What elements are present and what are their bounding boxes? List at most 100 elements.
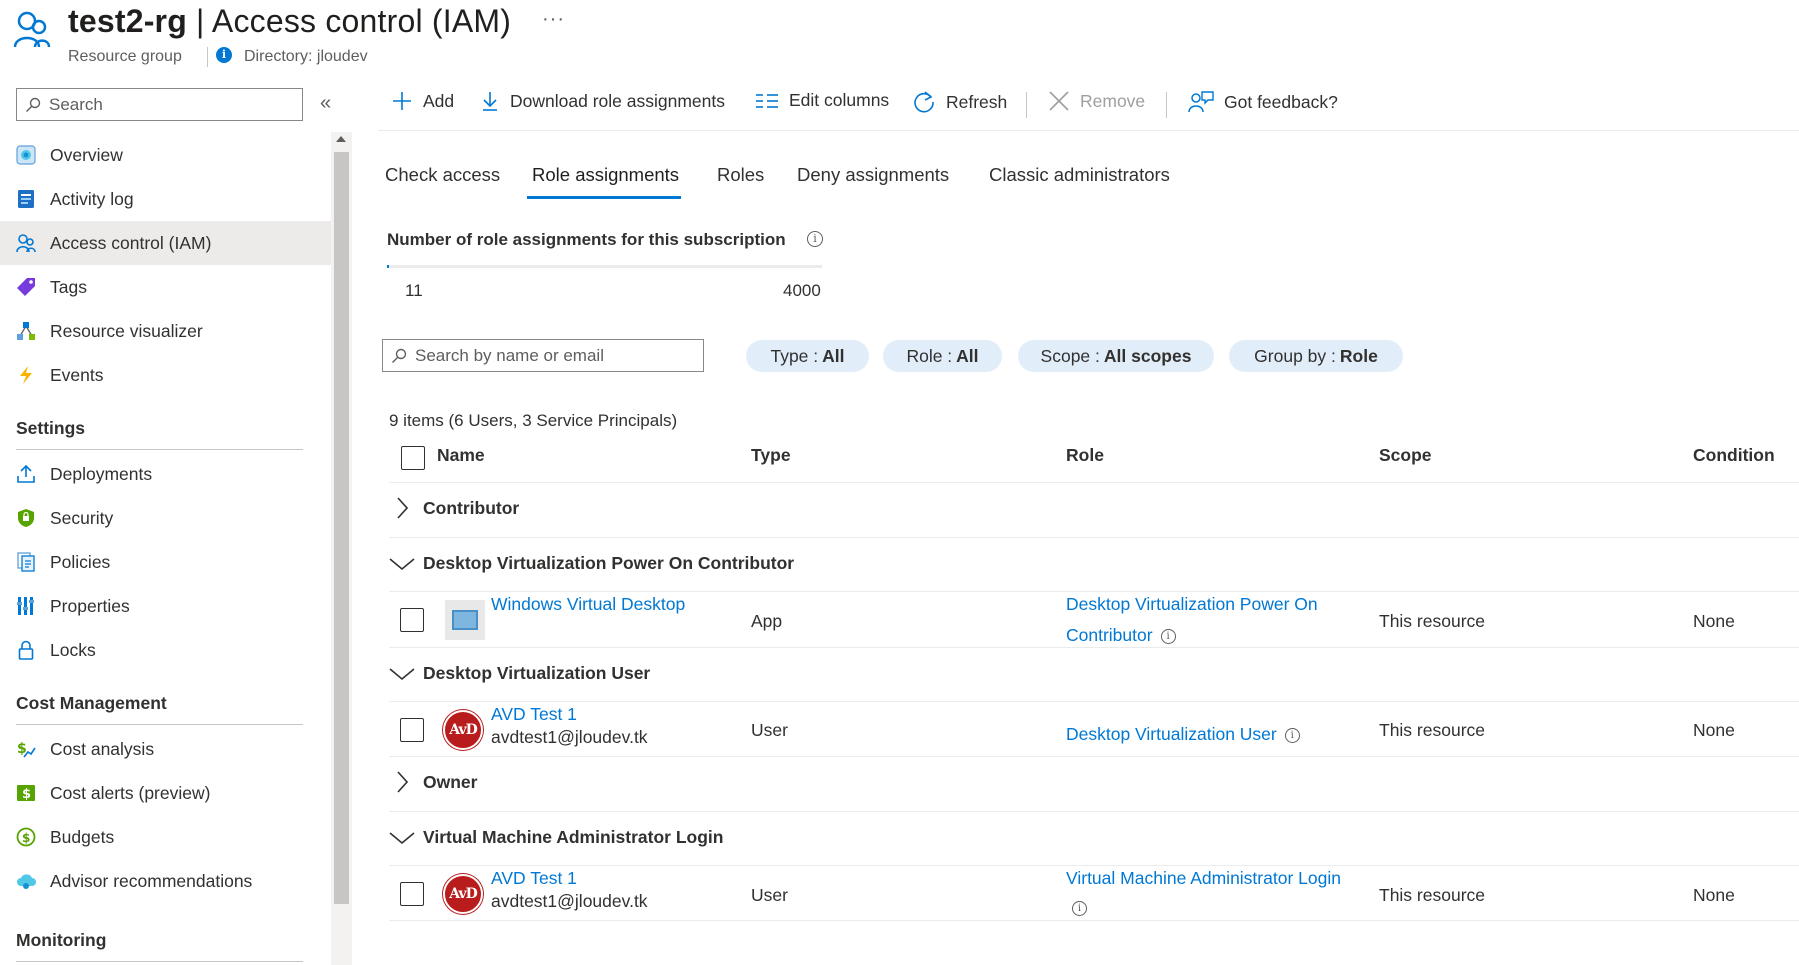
row-checkbox[interactable] <box>400 608 424 632</box>
refresh-button[interactable]: Refresh <box>912 90 1007 114</box>
policies-icon <box>15 551 37 573</box>
group-by-pill[interactable]: Group by : Role <box>1229 340 1403 372</box>
cost-alerts-icon: $ <box>15 782 37 804</box>
row-divider <box>389 811 1799 812</box>
sidebar-item-events[interactable]: Events <box>0 353 331 397</box>
role-filter-pill[interactable]: Role : All <box>883 340 1002 372</box>
row-divider <box>389 865 1799 866</box>
sidebar-item-tags[interactable]: Tags <box>0 265 331 309</box>
sidebar-item-overview[interactable]: Overview <box>0 133 331 177</box>
assignee-email: avdtest1@jloudev.tk <box>491 891 648 911</box>
assignee-name-link[interactable]: AVD Test 1 <box>491 868 577 889</box>
row-checkbox[interactable] <box>400 718 424 742</box>
overview-icon <box>15 144 37 166</box>
info-icon[interactable]: i <box>1072 900 1087 916</box>
collapse-sidebar-button[interactable]: « <box>320 92 331 115</box>
sidebar-item-advisor-recommendations[interactable]: Advisor recommendations <box>0 859 331 903</box>
row-divider <box>389 482 1799 483</box>
sidebar-item-policies[interactable]: Policies <box>0 540 331 584</box>
activity-log-icon <box>15 188 37 210</box>
resource-type: Resource group <box>68 48 182 65</box>
directory-label: Directory: jloudev <box>244 48 368 65</box>
row-divider <box>389 701 1799 702</box>
remove-button[interactable]: Remove <box>1048 90 1145 112</box>
chevron-down-icon[interactable] <box>389 831 415 845</box>
tab-classic-administrators[interactable]: Classic administrators <box>989 164 1170 186</box>
group-row-desktop-virtualization-user[interactable]: Desktop Virtualization User <box>389 663 650 684</box>
chevron-down-icon[interactable] <box>389 667 415 681</box>
section-divider <box>16 449 303 450</box>
role-assignment-progress-bar <box>387 265 822 268</box>
sidebar-item-security[interactable]: Security <box>0 496 331 540</box>
search-by-name-input[interactable]: Search by name or email <box>382 339 704 372</box>
scope-value: This resource <box>1379 611 1486 631</box>
sidebar-item-locks[interactable]: Locks <box>0 628 331 672</box>
download-role-assignments-button[interactable]: Download role assignments <box>480 90 725 112</box>
more-options-button[interactable]: ··· <box>542 8 565 31</box>
sidebar-item-access-control[interactable]: Access control (IAM) <box>0 221 331 265</box>
sidebar-item-cost-alerts[interactable]: $ Cost alerts (preview) <box>0 771 331 815</box>
column-header-name[interactable]: Name <box>437 445 485 466</box>
tab-check-access[interactable]: Check access <box>385 164 500 186</box>
assignee-type: User <box>751 720 788 740</box>
user-avatar: AvD <box>443 710 483 750</box>
scope-value: This resource <box>1379 885 1486 905</box>
sidebar-item-deployments[interactable]: Deployments <box>0 452 331 496</box>
group-row-owner[interactable]: Owner <box>389 771 477 793</box>
column-header-role[interactable]: Role <box>1066 445 1104 466</box>
header-divider <box>207 47 208 67</box>
add-button[interactable]: Add <box>391 90 454 112</box>
column-header-scope[interactable]: Scope <box>1379 445 1432 466</box>
got-feedback-button[interactable]: Got feedback? <box>1188 90 1338 114</box>
section-title-monitoring: Monitoring <box>16 930 107 950</box>
progress-fill <box>387 265 389 268</box>
group-row-virtual-machine-administrator-login[interactable]: Virtual Machine Administrator Login <box>389 827 723 848</box>
close-icon <box>1049 91 1069 111</box>
max-count: 4000 <box>783 281 821 300</box>
assignee-name-link[interactable]: Windows Virtual Desktop <box>491 594 685 615</box>
role-link[interactable]: Desktop Virtualization Power On <box>1066 594 1318 615</box>
edit-columns-icon <box>756 93 778 108</box>
sidebar-item-budgets[interactable]: $ Budgets <box>0 815 331 859</box>
info-icon[interactable]: i <box>807 231 823 247</box>
column-header-condition[interactable]: Condition <box>1693 445 1775 466</box>
info-icon[interactable]: i <box>1284 727 1300 743</box>
sidebar-item-activity-log[interactable]: Activity log <box>0 177 331 221</box>
shield-icon <box>15 507 37 529</box>
group-row-desktop-virtualization-power-on-contributor[interactable]: Desktop Virtualization Power On Contribu… <box>389 553 794 574</box>
column-header-type[interactable]: Type <box>751 445 791 466</box>
condition-value: None <box>1693 611 1735 631</box>
role-link[interactable]: Virtual Machine Administrator Login <box>1066 868 1341 889</box>
chevron-right-icon[interactable] <box>389 497 415 519</box>
page-title: test2-rg | Access control (IAM) <box>68 3 512 39</box>
role-link[interactable]: Desktop Virtualization User i <box>1066 724 1300 745</box>
chevron-right-icon[interactable] <box>389 771 415 793</box>
scope-filter-pill[interactable]: Scope : All scopes <box>1018 340 1214 372</box>
type-filter-pill[interactable]: Type : All <box>746 340 869 372</box>
sidebar-item-cost-analysis[interactable]: $ Cost analysis <box>0 727 331 771</box>
edit-columns-button[interactable]: Edit columns <box>755 90 889 111</box>
scroll-up-arrow-icon[interactable] <box>336 136 346 142</box>
sidebar-scrollbar[interactable] <box>331 132 352 965</box>
select-all-checkbox[interactable] <box>401 446 425 470</box>
assignee-name-link[interactable]: AVD Test 1 <box>491 704 577 725</box>
assignee-type: App <box>751 611 783 631</box>
tab-roles[interactable]: Roles <box>717 164 764 186</box>
chevron-down-icon[interactable] <box>389 557 415 571</box>
iam-header-icon <box>13 9 51 49</box>
tab-role-assignments[interactable]: Role assignments <box>532 164 679 186</box>
sidebar-search-input[interactable]: Search <box>16 88 303 121</box>
row-divider <box>389 591 1799 592</box>
tab-deny-assignments[interactable]: Deny assignments <box>797 164 949 186</box>
group-row-contributor[interactable]: Contributor <box>389 497 519 519</box>
sidebar-item-resource-visualizer[interactable]: Resource visualizer <box>0 309 331 353</box>
role-info[interactable]: i <box>1066 897 1087 918</box>
scope-value: This resource <box>1379 720 1486 740</box>
scrollbar-thumb[interactable] <box>334 152 349 904</box>
role-link-line2[interactable]: Contributor i <box>1066 625 1176 646</box>
row-divider <box>389 647 1799 648</box>
row-checkbox[interactable] <box>400 882 424 906</box>
sidebar-item-properties[interactable]: Properties <box>0 584 331 628</box>
budgets-icon: $ <box>15 826 37 848</box>
info-icon[interactable]: i <box>1160 628 1176 644</box>
